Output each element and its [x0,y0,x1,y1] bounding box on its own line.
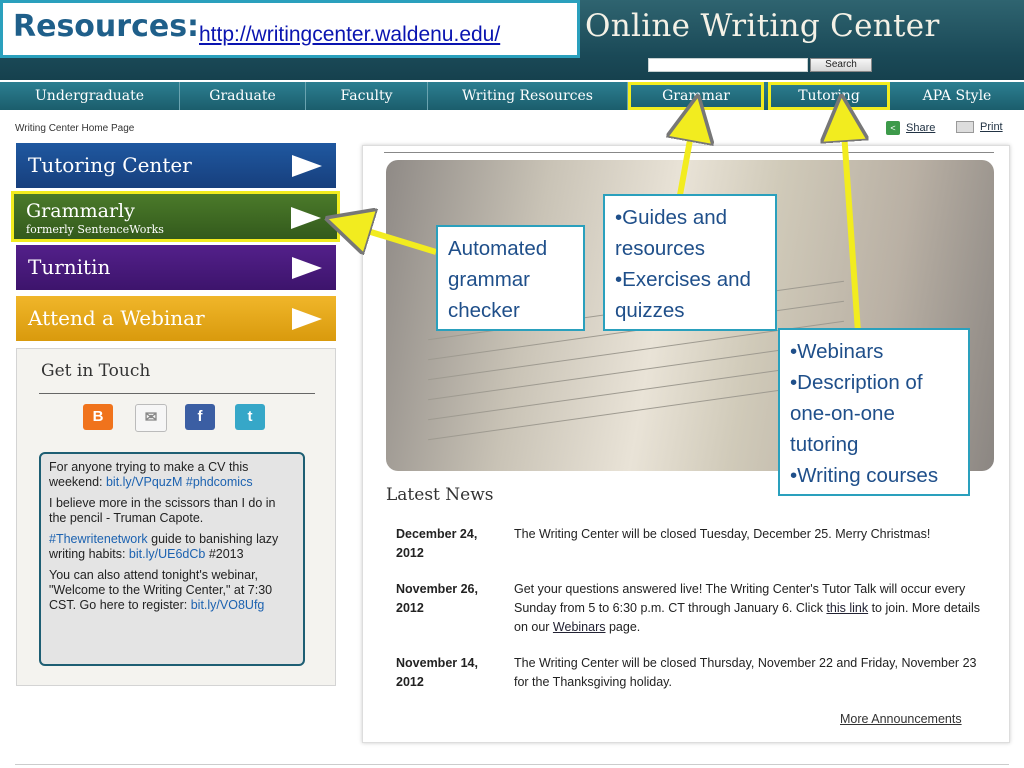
nav-undergraduate[interactable]: Undergraduate [0,82,180,110]
print-link[interactable]: Print [956,121,1003,134]
grammarly-button[interactable]: Grammarly formerly SentenceWorks [11,191,340,242]
news-date: November 26, 2012 [396,582,478,615]
turnitin-label: Turnitin [28,255,111,279]
callout-bullet: •Description of one-on-one tutoring [790,371,923,456]
share-label: Share [906,121,936,134]
grammar-callout: •Guides and resources •Exercises and qui… [603,194,777,331]
webinars-link[interactable]: Webinars [553,620,606,634]
news-text: The Writing Center will be closed Tuesda… [514,527,931,541]
nav-graduate[interactable]: Graduate [180,82,306,110]
nav-apa-style[interactable]: APA Style [890,82,1024,110]
search-input[interactable] [648,58,808,72]
tweet-hashtag[interactable]: #Thewritenetwork [49,532,148,546]
callout-bullet: •Exercises and quizzes [615,268,751,322]
main-nav: Undergraduate Graduate Faculty Writing R… [0,82,1024,110]
nav-faculty[interactable]: Faculty [306,82,428,110]
search-button[interactable]: Search [810,58,872,72]
nav-grammar[interactable]: Grammar [628,82,764,110]
tweet-link[interactable]: bit.ly/UE6dCb [129,547,205,561]
tutoring-callout: •Webinars •Description of one-on-one tut… [778,328,970,496]
arrow-right-icon [292,308,322,330]
grammarly-label: Grammarly [26,200,135,222]
turnitin-button[interactable]: Turnitin [16,245,336,290]
grammarly-sublabel: formerly SentenceWorks [26,223,164,236]
get-in-touch-title: Get in Touch [41,361,151,381]
this-link[interactable]: this link [826,601,868,615]
twitter-feed: For anyone trying to make a CV this week… [39,452,305,666]
nav-writing-resources[interactable]: Writing Resources [428,82,628,110]
get-in-touch-panel: Get in Touch B ✉ f t For anyone trying t… [16,348,336,686]
print-icon [956,121,974,134]
arrow-right-icon [292,257,322,279]
resources-title: Resources: [13,9,200,44]
grammarly-callout: Automated grammar checker [436,225,585,331]
tutoring-center-button[interactable]: Tutoring Center [16,143,336,188]
twitter-icon[interactable]: t [235,404,265,430]
tweet-link[interactable]: bit.ly/VPquzM #phdcomics [106,475,253,489]
news-text: The Writing Center will be closed Thursd… [514,656,977,689]
print-label: Print [980,121,1003,133]
latest-news-heading: Latest News [386,485,494,505]
share-icon: < [886,121,900,135]
blogger-icon[interactable]: B [83,404,113,430]
news-text: Get your questions answered live! The Wr… [514,582,980,634]
tweet: You can also attend tonight's webinar, "… [49,568,273,612]
breadcrumb[interactable]: Writing Center Home Page [15,123,134,134]
divider [384,152,994,153]
callout-bullet: •Guides and resources [615,206,728,260]
resources-box: Resources: http://writingcenter.waldenu.… [0,0,580,58]
attend-webinar-label: Attend a Webinar [28,306,205,330]
nav-tutoring[interactable]: Tutoring [768,82,890,110]
tutoring-center-label: Tutoring Center [28,153,192,177]
more-announcements-link[interactable]: More Announcements [840,712,962,726]
arrow-right-icon [292,155,322,177]
divider [39,393,315,394]
news-date: November 14, 2012 [396,656,478,689]
tweet: For anyone trying to make a CV this week… [49,460,253,489]
resources-link[interactable]: http://writingcenter.waldenu.edu/ [199,23,500,47]
mail-icon[interactable]: ✉ [135,404,167,432]
arrow-right-icon [291,207,321,229]
tweet: #Thewritenetwork guide to banishing lazy… [49,532,279,561]
tweet: I believe more in the scissors than I do… [49,496,276,525]
divider [15,764,1009,765]
tweet-link[interactable]: bit.ly/VO8Ufg [191,598,265,612]
callout-bullet: •Webinars [790,340,884,363]
callout-bullet: •Writing courses [790,464,939,487]
site-title: Online Writing Center [585,8,940,44]
attend-webinar-button[interactable]: Attend a Webinar [16,296,336,341]
facebook-icon[interactable]: f [185,404,215,430]
news-date: December 24, 2012 [396,527,478,560]
share-link[interactable]: < Share [886,121,935,135]
